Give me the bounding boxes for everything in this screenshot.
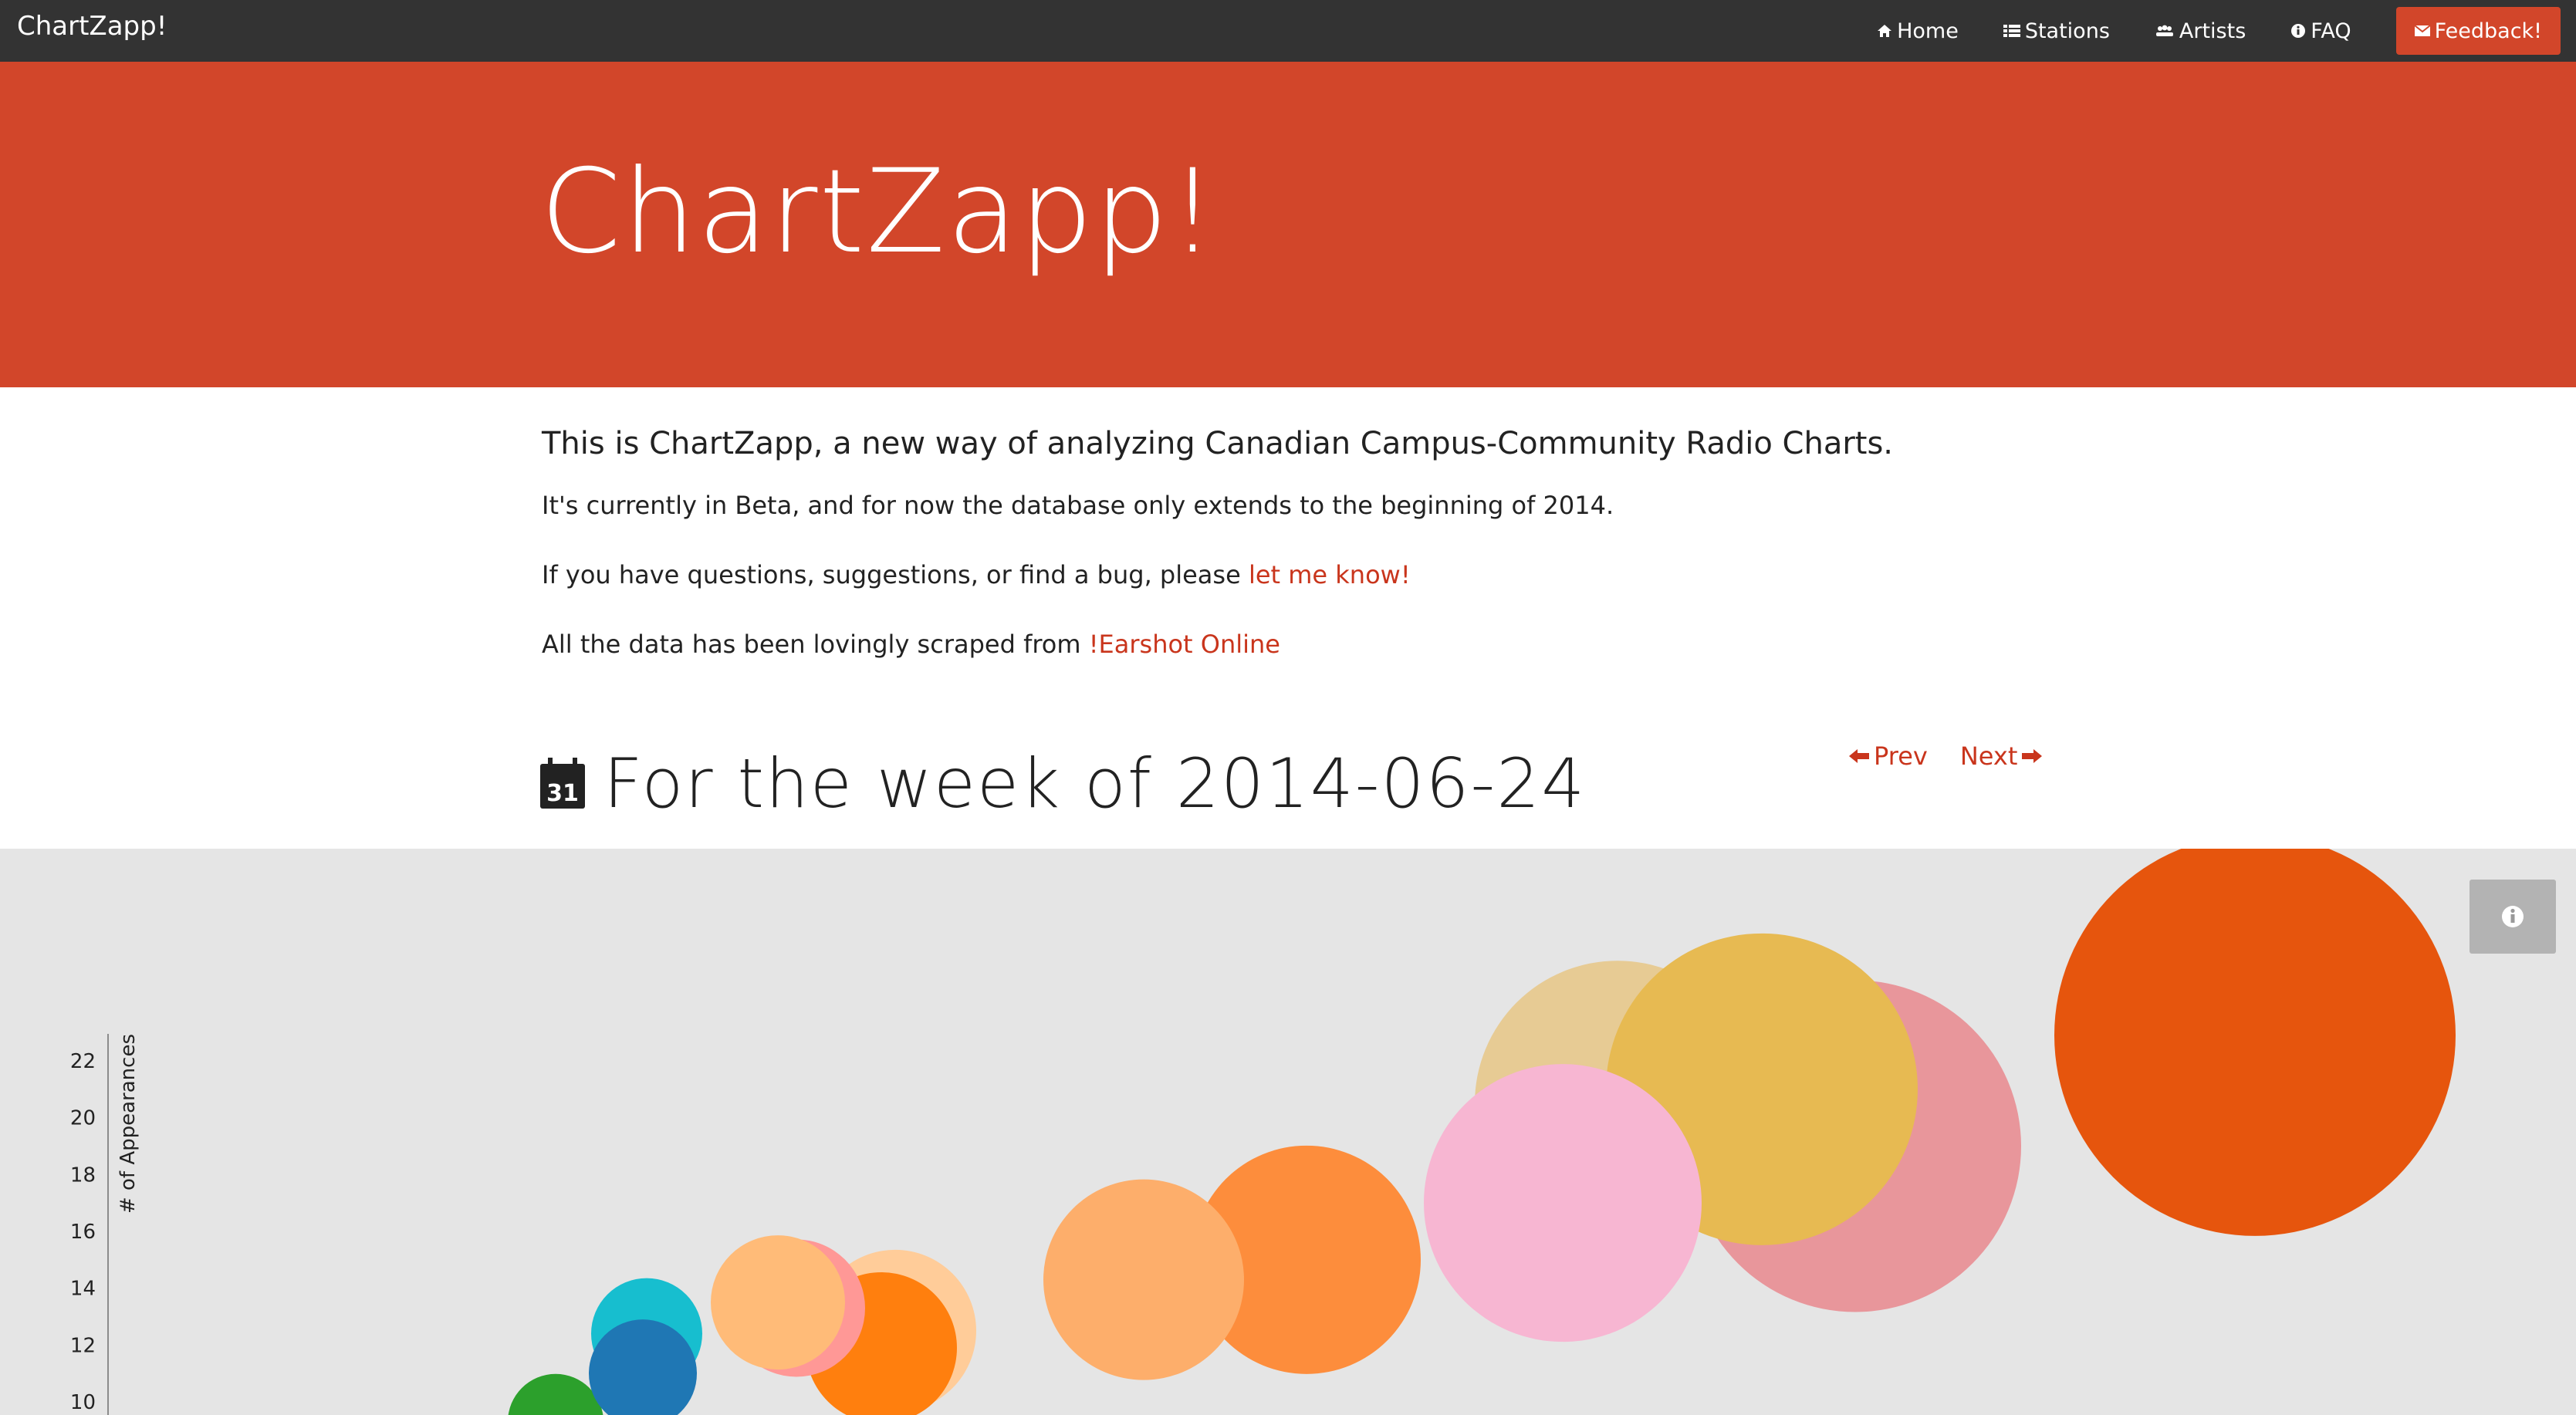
nav-stations[interactable]: Stations [2003,19,2110,43]
intro-questions: If you have questions, suggestions, or f… [542,556,2047,594]
next-button[interactable]: Next [1960,741,2047,771]
nav-stations-label: Stations [2024,19,2110,43]
y-tick-label: 10 [70,1391,96,1414]
bubble-point[interactable] [711,1235,845,1370]
bubble-point[interactable] [1424,1064,1702,1342]
nav-faq[interactable]: FAQ [2290,19,2351,43]
prev-label: Prev [1874,741,1928,771]
y-tick-label: 14 [70,1278,96,1301]
feedback-button[interactable]: Feedback! [2395,7,2561,55]
feedback-label: Feedback! [2434,19,2542,43]
y-tick-label: 20 [70,1107,96,1130]
home-icon [1877,23,1892,39]
calendar-day: 31 [546,780,579,807]
chart-svg: 22 20 18 16 14 12 10 # of Appearances [70,849,2456,1415]
earshot-link[interactable]: !Earshot Online [1089,630,1280,659]
y-tick-label: 16 [70,1221,96,1244]
intro-section: This is ChartZapp, a new way of analyzin… [542,417,2047,694]
contact-link[interactable]: let me know! [1249,560,1411,589]
week-header: 31 For the week of 2014-06-24 [540,741,1586,826]
y-tick-label: 18 [70,1163,96,1187]
prev-button[interactable]: Prev [1844,741,1928,771]
intro-data: All the data has been lovingly scraped f… [542,625,2047,664]
week-title: For the week of 2014-06-24 [603,743,1587,823]
nav-artists-label: Artists [2179,19,2246,43]
intro-lead: This is ChartZapp, a new way of analyzin… [542,426,1894,461]
list-icon [2003,24,2020,38]
hero-banner: ChartZapp! [0,62,2576,387]
envelope-icon [2414,25,2430,37]
bubble-point[interactable] [2054,849,2456,1236]
info-icon [2290,23,2306,39]
next-label: Next [1959,741,2018,771]
chart-info-button[interactable] [2470,880,2556,954]
nav-items: Home Stations Artists FAQ Feedback! [1877,0,2576,62]
arrow-left-icon [1849,749,1869,763]
nav-home[interactable]: Home [1877,19,1959,43]
week-pager: Prev Next [1844,737,2079,775]
y-tick-label: 12 [70,1334,96,1357]
y-tick-label: 22 [70,1050,96,1073]
hero-title: ChartZapp! [540,145,1218,279]
intro-beta: It's currently in Beta, and for now the … [542,491,1614,520]
info-circle-icon [2502,906,2524,927]
questions-text: If you have questions, suggestions, or f… [542,560,1249,589]
data-text: All the data has been lovingly scraped f… [542,630,1089,659]
nav-home-label: Home [1897,19,1959,43]
y-axis: 22 20 18 16 14 12 10 # of Appearances [70,1034,140,1415]
bubble-point[interactable] [508,1373,603,1415]
y-axis-label: # of Appearances [117,1034,140,1214]
bubble-chart: 22 20 18 16 14 12 10 # of Appearances [0,849,2576,1415]
nav-faq-label: FAQ [2311,19,2351,43]
navbar: ChartZapp! Home Stations Artists FAQ Fee… [0,0,2576,62]
bubble-layer [508,849,2456,1415]
calendar-icon: 31 [540,758,585,809]
arrow-right-icon [2022,749,2043,763]
brand-link[interactable]: ChartZapp! [17,9,167,43]
nav-artists[interactable]: Artists [2155,19,2246,43]
group-icon [2155,24,2175,38]
bubble-point[interactable] [1043,1179,1244,1380]
